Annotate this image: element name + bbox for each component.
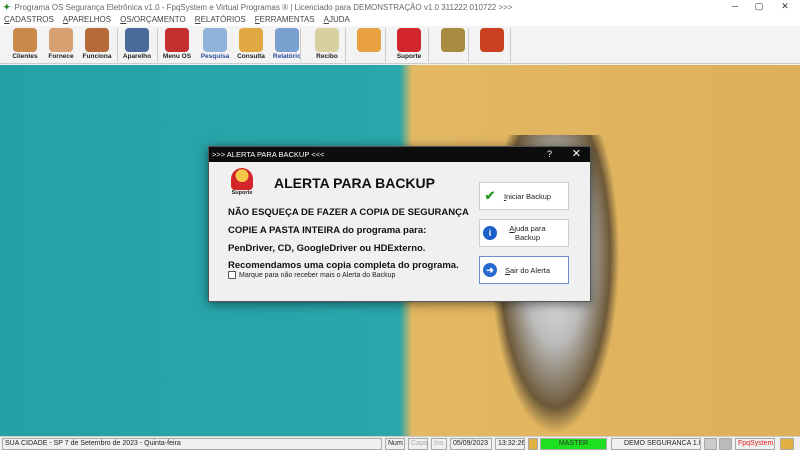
dialog-title-bar: >>> ALERTA PARA BACKUP <<< ? ✕ bbox=[209, 147, 590, 162]
title-bar: ✦ Programa OS Segurança Eletrônica v1.0 … bbox=[0, 0, 800, 14]
toolbar-label: Fornece bbox=[48, 53, 74, 60]
toolbar-label: Consulta bbox=[237, 53, 265, 60]
dialog-title: >>> ALERTA PARA BACKUP <<< bbox=[212, 150, 325, 159]
maximize-button[interactable]: ▢ bbox=[746, 0, 772, 14]
toolbar-button-pesquisa[interactable]: Pesquisa bbox=[198, 27, 232, 63]
checkbox-box[interactable] bbox=[228, 271, 236, 279]
app-icon: ✦ bbox=[3, 1, 11, 12]
computer-icon[interactable] bbox=[719, 438, 732, 450]
toolbar-label: Relatório bbox=[272, 53, 302, 60]
toolbar-label: Funciona bbox=[82, 53, 112, 60]
toolbar-button-menu-os[interactable]: Menu OS bbox=[160, 27, 194, 63]
disable-alert-checkbox[interactable]: Marque para não receber mais o Alerta do… bbox=[228, 271, 395, 279]
printer-icon[interactable] bbox=[704, 438, 717, 450]
toolbar-button-relatorio[interactable]: Relatório bbox=[270, 27, 304, 63]
checkbox-label: Marque para não receber mais o Alerta do… bbox=[239, 271, 396, 279]
status-bar: SUA CIDADE - SP 7 de Setembro de 2023 - … bbox=[0, 436, 800, 450]
exit-alert-button[interactable]: ➜ Sair do Alerta bbox=[479, 256, 569, 284]
clientes-icon bbox=[13, 28, 37, 52]
toolbar-label: Recibo bbox=[316, 53, 338, 60]
toolbar-button-funciona[interactable]: Funciona bbox=[80, 27, 114, 63]
toolbar-separator bbox=[345, 28, 346, 62]
consulta-icon bbox=[239, 28, 263, 52]
menu-relatorios[interactable]: RELATÓRIOS bbox=[195, 14, 246, 26]
toolbar-button-exit[interactable] bbox=[475, 27, 509, 63]
status-ins: Ins bbox=[431, 438, 447, 450]
start-backup-button[interactable]: ✔ Iniciar Backup bbox=[479, 182, 569, 210]
status-num: Num bbox=[385, 438, 405, 450]
toolbar-label: Menu OS bbox=[162, 53, 192, 60]
window-title: Programa OS Segurança Eletrônica v1.0 - … bbox=[14, 2, 513, 12]
check-icon: ✔ bbox=[484, 188, 496, 203]
toolbar-button-aparelho[interactable]: Aparelho bbox=[120, 27, 154, 63]
toolbar-button-fornece[interactable]: Fornece bbox=[44, 27, 78, 63]
fornece-icon bbox=[49, 28, 73, 52]
toolbar-button-recibo[interactable]: Recibo bbox=[310, 27, 344, 63]
status-brand: FpqSystem bbox=[735, 438, 775, 450]
info-icon: i bbox=[483, 226, 497, 240]
help-button[interactable]: ? bbox=[547, 147, 552, 162]
menu-cadastros[interactable]: CADASTROS bbox=[4, 14, 54, 26]
toolbar-separator bbox=[468, 28, 469, 62]
toolbar-label: Pesquisa bbox=[200, 53, 230, 60]
aparelho-icon bbox=[125, 28, 149, 52]
backup-alert-dialog: >>> ALERTA PARA BACKUP <<< ? ✕ Suporte A… bbox=[208, 146, 591, 302]
recibo-icon bbox=[315, 28, 339, 52]
toolbar-button-calculator[interactable] bbox=[352, 27, 386, 63]
status-city-date: SUA CIDADE - SP 7 de Setembro de 2023 - … bbox=[2, 438, 382, 450]
user-icon bbox=[528, 438, 538, 450]
exit-icon bbox=[480, 28, 504, 52]
message-line: COPIE A PASTA INTEIRA do programa para: bbox=[228, 225, 427, 236]
status-database: DEMO SEGURANCA 1.0 bbox=[611, 438, 701, 450]
toolbar-button-consulta[interactable]: Consulta bbox=[234, 27, 268, 63]
toolbar-button-suporte[interactable]: Suporte bbox=[392, 27, 426, 63]
toolbar-separator bbox=[300, 28, 301, 62]
menu-os-icon bbox=[165, 28, 189, 52]
toolbar: Clientes Fornece Funciona Aparelho Menu OS Pe… bbox=[0, 26, 800, 64]
toolbar-button-coin[interactable] bbox=[436, 27, 470, 63]
calculator-icon bbox=[357, 28, 381, 52]
menu-os-orcamento[interactable]: OS/ORÇAMENTO bbox=[120, 14, 186, 26]
message-line: Recomendamos uma copia completa do progr… bbox=[228, 260, 459, 271]
info-panel-icon[interactable] bbox=[780, 438, 794, 450]
status-time: 13:32:26 bbox=[495, 438, 525, 450]
status-caps: Caps bbox=[408, 438, 428, 450]
status-user: MASTER bbox=[540, 438, 607, 450]
pesquisa-icon bbox=[203, 28, 227, 52]
funciona-icon bbox=[85, 28, 109, 52]
toolbar-separator bbox=[385, 28, 386, 62]
dialog-close-button[interactable]: ✕ bbox=[572, 147, 581, 162]
menu-bar: CADASTROS APARELHOS OS/ORÇAMENTO RELATÓR… bbox=[0, 14, 800, 26]
message-line: PenDriver, CD, GoogleDriver ou HDExterno… bbox=[228, 243, 426, 254]
minimize-button[interactable]: ─ bbox=[722, 0, 748, 14]
toolbar-label: Aparelho bbox=[122, 53, 152, 60]
relatorio-icon bbox=[275, 28, 299, 52]
menu-aparelhos[interactable]: APARELHOS bbox=[63, 14, 111, 26]
toolbar-separator bbox=[117, 28, 118, 62]
menu-ferramentas[interactable]: FERRAMENTAS bbox=[255, 14, 315, 26]
message-line: NÃO ESQUEÇA DE FAZER A COPIA DE SEGURANÇ… bbox=[228, 207, 469, 218]
menu-ajuda[interactable]: AJUDA bbox=[324, 14, 350, 26]
close-button[interactable]: ✕ bbox=[772, 0, 798, 14]
status-date: 05/09/2023 bbox=[450, 438, 492, 450]
toolbar-separator bbox=[510, 28, 511, 62]
dialog-heading: ALERTA PARA BACKUP bbox=[274, 175, 435, 191]
toolbar-button-clientes[interactable]: Clientes bbox=[8, 27, 42, 63]
toolbar-label: Suporte bbox=[396, 53, 422, 60]
backup-help-button[interactable]: i Ajuda para Backup bbox=[479, 219, 569, 247]
toolbar-label: Clientes bbox=[12, 53, 38, 60]
toolbar-separator bbox=[428, 28, 429, 62]
support-icon: Suporte bbox=[228, 168, 256, 198]
toolbar-separator bbox=[157, 28, 158, 62]
arrow-right-icon: ➜ bbox=[483, 263, 497, 277]
coin-icon bbox=[441, 28, 465, 52]
suporte-icon bbox=[397, 28, 421, 52]
